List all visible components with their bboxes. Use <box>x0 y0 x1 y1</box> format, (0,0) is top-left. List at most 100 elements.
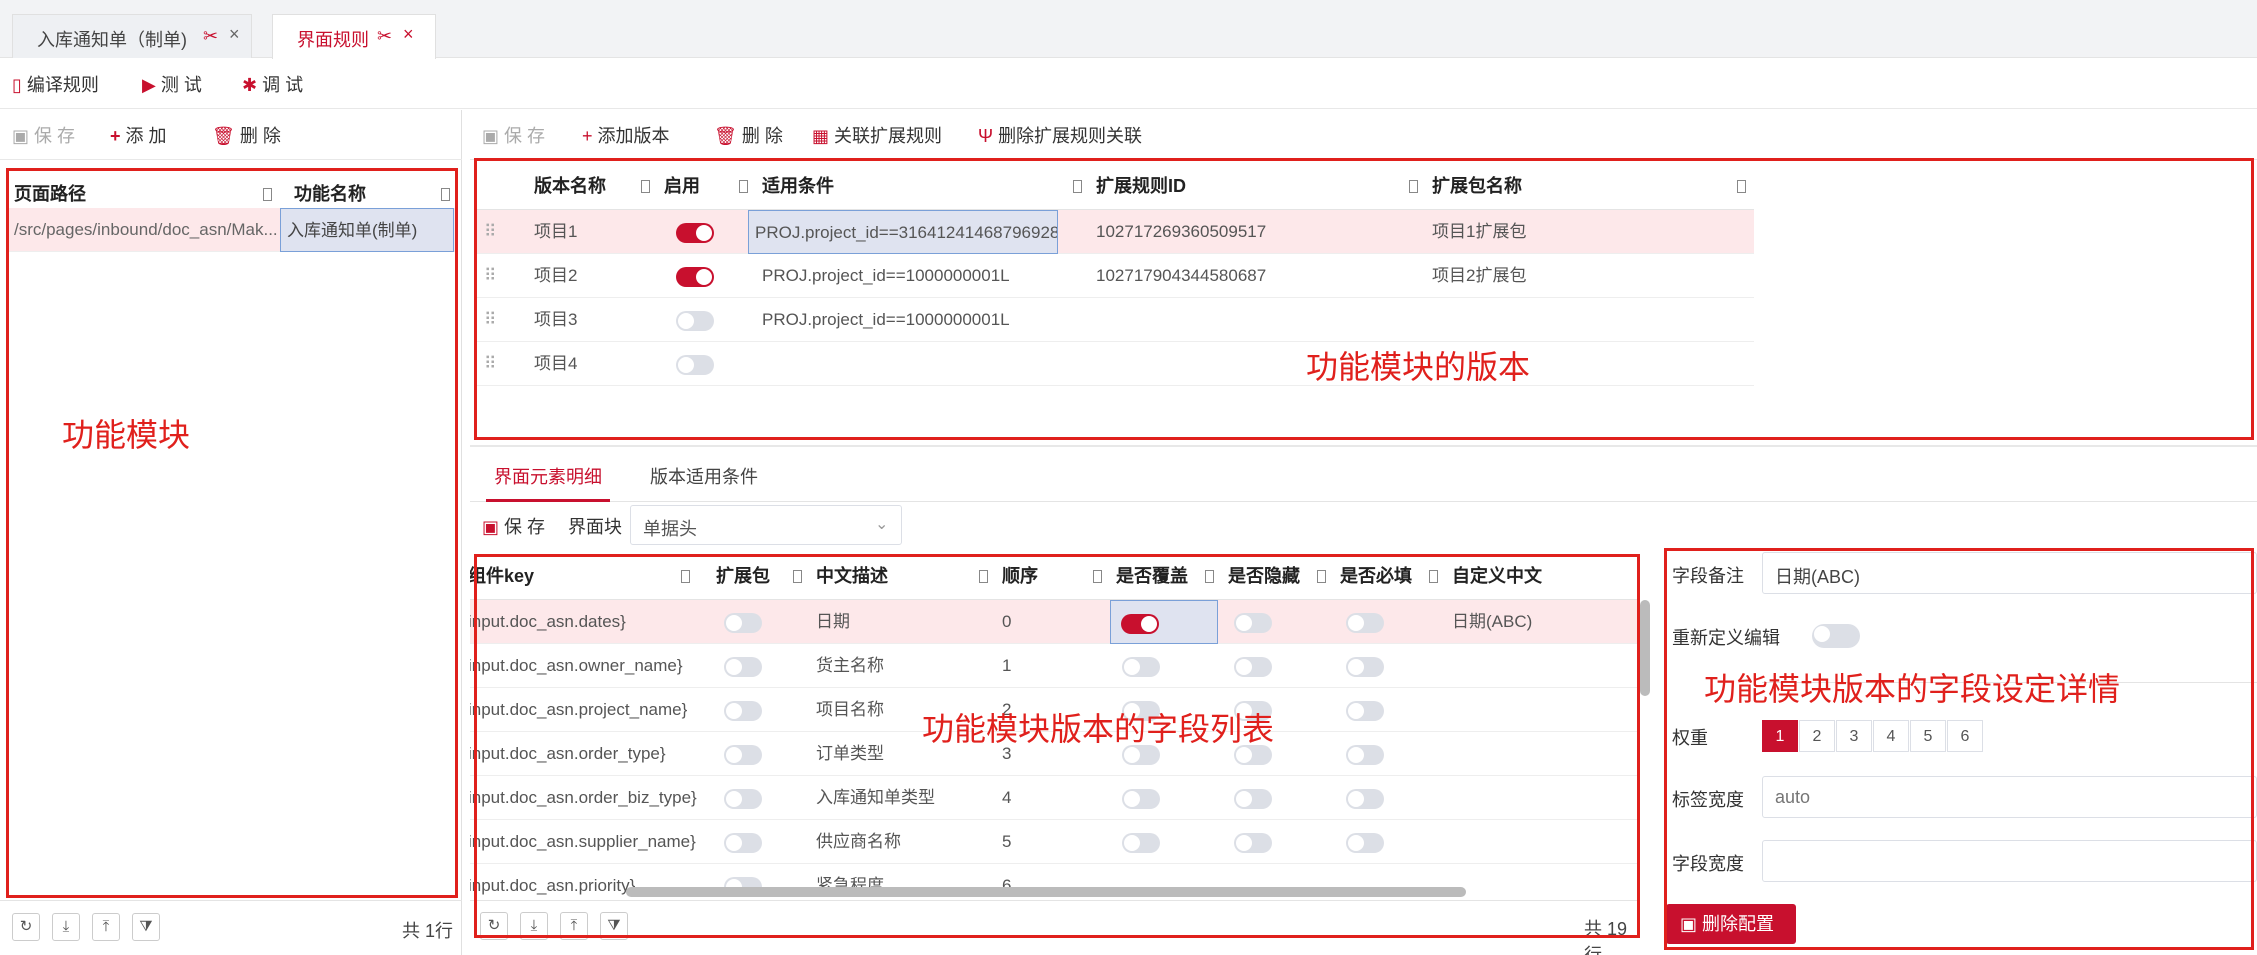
required-toggle[interactable] <box>1346 612 1384 633</box>
filter-icon[interactable]: ⧩ <box>600 912 628 940</box>
col-condition[interactable]: 适用条件 <box>756 162 1090 210</box>
column-menu-icon[interactable] <box>793 570 802 583</box>
weight-option[interactable]: 5 <box>1910 720 1946 752</box>
column-menu-icon[interactable] <box>681 570 690 583</box>
required-toggle[interactable] <box>1346 744 1384 765</box>
column-menu-icon[interactable] <box>1409 180 1418 193</box>
column-menu-icon[interactable] <box>1205 570 1214 583</box>
weight-option[interactable]: 3 <box>1836 720 1872 752</box>
version-save-button[interactable]: ▣ 保 存 <box>482 122 545 148</box>
col-ext-pkg[interactable]: 扩展包 <box>710 552 810 600</box>
vertical-scrollbar[interactable] <box>1640 600 1650 696</box>
hidden-toggle[interactable] <box>1234 612 1272 633</box>
col-required[interactable]: 是否必填 <box>1334 552 1446 600</box>
weight-option[interactable]: 4 <box>1873 720 1909 752</box>
field-width-input[interactable] <box>1762 840 2257 882</box>
column-menu-icon[interactable] <box>1429 570 1438 583</box>
ext-pkg-toggle[interactable] <box>724 612 762 633</box>
column-menu-icon[interactable] <box>739 180 748 193</box>
close-icon[interactable]: × <box>403 24 414 45</box>
filter-icon[interactable]: ⧩ <box>132 913 160 941</box>
save-button[interactable]: ▣ 保 存 <box>12 122 75 148</box>
hidden-toggle[interactable] <box>1234 656 1272 677</box>
delete-button[interactable]: 🗑 删 除 <box>212 122 281 148</box>
col-enabled[interactable]: 启用 <box>658 162 756 210</box>
upload-icon[interactable]: ⤒ <box>560 912 588 940</box>
enabled-toggle[interactable] <box>676 222 714 243</box>
drag-handle-icon[interactable]: ⠿ <box>478 210 508 254</box>
function-name-cell[interactable]: 入库通知单(制单) <box>280 208 454 252</box>
col-cn-desc[interactable]: 中文描述 <box>810 552 996 600</box>
upload-icon[interactable]: ⤒ <box>92 913 120 941</box>
tab-ui-elements[interactable]: 界面元素明细 <box>486 452 610 502</box>
test-button[interactable]: ▶ 测 试 <box>142 71 202 97</box>
close-icon[interactable]: × <box>229 24 240 45</box>
table-row[interactable]: /src/pages/inbound/doc_asn/Mak... 入库通知单(… <box>8 208 457 252</box>
enabled-toggle[interactable] <box>676 310 714 331</box>
col-pkg-name[interactable]: 扩展包名称 <box>1426 162 1754 210</box>
link-ext-rule-button[interactable]: ▦ 关联扩展规则 <box>812 122 942 148</box>
weight-option[interactable]: 1 <box>1762 720 1798 752</box>
weight-option[interactable]: 2 <box>1799 720 1835 752</box>
panel-splitter[interactable] <box>470 445 2257 447</box>
col-component-key[interactable]: 组件key <box>470 552 698 600</box>
label-width-input[interactable] <box>1762 776 2257 818</box>
ext-pkg-toggle[interactable] <box>724 700 762 721</box>
block-select[interactable]: 单据头 ⌄ <box>630 505 902 545</box>
col-version-name[interactable]: 版本名称 <box>528 162 658 210</box>
condition-cell[interactable]: PROJ.project_id==316412414687969281L <box>748 210 1058 254</box>
enabled-toggle[interactable] <box>676 354 714 375</box>
table-row[interactable]: input.doc_asn.dates} 日期 0 日期(ABC) <box>470 600 1640 644</box>
required-toggle[interactable] <box>1346 832 1384 853</box>
required-toggle[interactable] <box>1346 656 1384 677</box>
refresh-icon[interactable]: ↻ <box>12 913 40 941</box>
column-menu-icon[interactable] <box>641 180 650 193</box>
redefine-toggle[interactable] <box>1812 624 1860 648</box>
override-toggle[interactable] <box>1122 832 1160 853</box>
tab-ui-rules[interactable]: 界面规则 ✂ × <box>272 14 436 59</box>
column-menu-icon[interactable] <box>1737 180 1746 193</box>
required-toggle[interactable] <box>1346 700 1384 721</box>
version-delete-button[interactable]: 🗑 删 除 <box>714 122 783 148</box>
col-order[interactable]: 顺序 <box>996 552 1110 600</box>
column-menu-icon[interactable] <box>441 188 450 201</box>
hidden-toggle[interactable] <box>1234 788 1272 809</box>
unlink-ext-rule-button[interactable]: Ψ 删除扩展规则关联 <box>978 122 1142 148</box>
override-toggle[interactable] <box>1122 656 1160 677</box>
drag-handle-icon[interactable]: ⠿ <box>478 254 508 298</box>
drag-handle-icon[interactable]: ⠿ <box>478 298 508 342</box>
download-icon[interactable]: ⤓ <box>52 913 80 941</box>
table-row[interactable]: input.doc_asn.order_biz_type} 入库通知单类型 4 <box>470 776 1640 820</box>
enabled-toggle[interactable] <box>676 266 714 287</box>
ext-pkg-toggle[interactable] <box>724 832 762 853</box>
column-menu-icon[interactable] <box>263 188 272 201</box>
weight-option[interactable]: 6 <box>1947 720 1983 752</box>
table-row[interactable]: input.doc_asn.supplier_name} 供应商名称 5 <box>470 820 1640 864</box>
compile-rules-button[interactable]: ▯ 编译规则 <box>12 71 99 97</box>
col-custom-cn[interactable]: 自定义中文 <box>1446 552 1626 600</box>
table-row[interactable]: input.doc_asn.owner_name} 货主名称 1 <box>470 644 1640 688</box>
hidden-toggle[interactable] <box>1234 832 1272 853</box>
override-toggle[interactable] <box>1122 788 1160 809</box>
remark-input[interactable]: 日期(ABC) <box>1762 552 2257 594</box>
table-row[interactable]: ⠿ 项目1 PROJ.project_id==31641241468796928… <box>474 210 1754 254</box>
ext-pkg-toggle[interactable] <box>724 788 762 809</box>
override-toggle[interactable] <box>1121 613 1159 634</box>
tab-version-conditions[interactable]: 版本适用条件 <box>642 452 766 502</box>
horizontal-scrollbar[interactable] <box>626 887 1466 897</box>
column-menu-icon[interactable] <box>1317 570 1326 583</box>
tab-asn[interactable]: 入库通知单（制单) ✂ × <box>12 14 252 58</box>
drag-handle-icon[interactable]: ⠿ <box>478 342 508 386</box>
add-version-button[interactable]: + 添加版本 <box>582 122 670 148</box>
delete-config-button[interactable]: ▣ 删除配置 <box>1666 904 1796 944</box>
refresh-icon[interactable]: ↻ <box>480 912 508 940</box>
table-row[interactable]: ⠿ 项目4 <box>474 342 1754 386</box>
required-toggle[interactable] <box>1346 788 1384 809</box>
table-row[interactable]: ⠿ 项目3 PROJ.project_id==1000000001L <box>474 298 1754 342</box>
col-ext-rule-id[interactable]: 扩展规则ID <box>1090 162 1426 210</box>
add-button[interactable]: + 添 加 <box>110 122 167 148</box>
column-menu-icon[interactable] <box>1073 180 1082 193</box>
ext-pkg-toggle[interactable] <box>724 744 762 765</box>
field-save-button[interactable]: ▣ 保 存 <box>482 513 545 539</box>
col-hidden[interactable]: 是否隐藏 <box>1222 552 1334 600</box>
